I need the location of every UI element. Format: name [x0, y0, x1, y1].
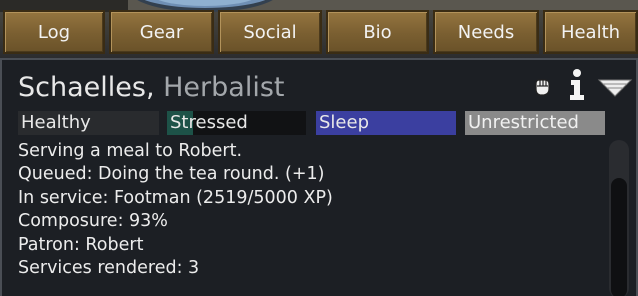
composure: Composure: 93%: [18, 211, 168, 232]
inspect-tab-bar: Log Gear Social Bio Needs Health: [0, 10, 638, 54]
tab-gear[interactable]: Gear: [109, 10, 214, 54]
service-xp: In service: Footman (2519/5000 XP): [18, 187, 333, 208]
patron: Patron: Robert: [18, 234, 144, 255]
current-job: Serving a meal to Robert.: [18, 141, 243, 161]
restriction-status[interactable]: Unrestricted: [465, 111, 605, 135]
mood-status[interactable]: Stressed: [167, 111, 306, 135]
pawn-title: Schaelles, Herbalist: [18, 72, 284, 103]
pawn-details: Serving a meal to Robert. Queued: Doing …: [18, 140, 598, 280]
info-icon[interactable]: [566, 68, 588, 102]
queued-job: Queued: Doing the tea round. (+1): [18, 164, 325, 185]
fist-icon[interactable]: [532, 76, 552, 98]
details-scrollbar[interactable]: [609, 140, 629, 296]
tab-needs[interactable]: Needs: [433, 10, 539, 54]
tab-log[interactable]: Log: [3, 10, 105, 54]
activity-status[interactable]: Sleep: [316, 111, 456, 135]
pawn-role: Herbalist: [163, 72, 285, 103]
collapse-icon[interactable]: [597, 76, 633, 98]
scrollbar-thumb[interactable]: [611, 178, 627, 296]
services-rendered: Services rendered: 3: [18, 258, 200, 279]
tab-health[interactable]: Health: [543, 10, 638, 54]
health-status[interactable]: Healthy: [18, 111, 159, 135]
tab-bio[interactable]: Bio: [326, 10, 429, 54]
tab-social[interactable]: Social: [218, 10, 322, 54]
inspect-panel: Schaelles, Herbalist Healthy Stressed Sl…: [0, 58, 638, 296]
pawn-name[interactable]: Schaelles: [18, 72, 146, 103]
title-separator: ,: [145, 72, 155, 103]
